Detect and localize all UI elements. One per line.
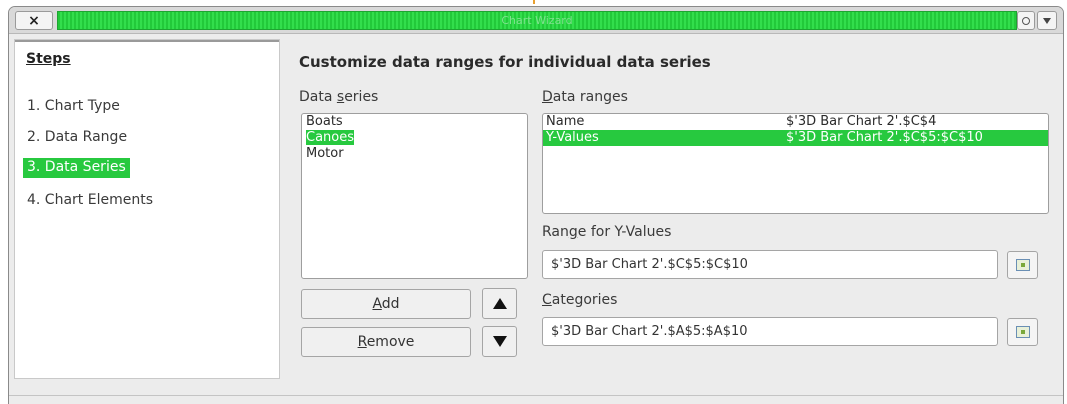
remove-button[interactable]: Remove: [301, 327, 471, 357]
select-range-icon: [1015, 259, 1030, 271]
list-item-boats[interactable]: Boats: [302, 114, 527, 130]
steps-heading: Steps: [15, 40, 279, 72]
close-icon: ×: [28, 12, 40, 29]
minimize-button[interactable]: [1017, 11, 1035, 30]
data-ranges-label: Data ranges: [542, 89, 628, 105]
move-up-button[interactable]: [482, 288, 517, 319]
title-bar-highlight: Chart Wizard: [57, 11, 1017, 30]
list-item-canoes[interactable]: Canoes: [302, 130, 527, 146]
data-series-list[interactable]: Boats Canoes Motor: [301, 113, 528, 279]
step-chart-type[interactable]: 1. Chart Type: [23, 97, 124, 117]
range-for-y-values-label: Range for Y-Values: [542, 224, 672, 240]
categories-range-field[interactable]: $'3D Bar Chart 2'.$A$5:$A$10: [542, 317, 998, 346]
data-ranges-list[interactable]: Name $'3D Bar Chart 2'.$C$4 Y-Values $'3…: [542, 113, 1049, 214]
step-data-range[interactable]: 2. Data Range: [23, 128, 131, 148]
circle-icon: [1022, 16, 1030, 25]
list-item-motor[interactable]: Motor: [302, 146, 527, 162]
triangle-up-icon: [492, 298, 507, 309]
select-categories-range-button[interactable]: [1007, 318, 1038, 346]
window-menu-button[interactable]: [1037, 11, 1057, 30]
move-down-button[interactable]: [482, 326, 517, 357]
bottom-separator: [9, 395, 1063, 396]
range-row-y-values[interactable]: Y-Values $'3D Bar Chart 2'.$C$5:$C$10: [543, 130, 1048, 146]
select-y-range-button[interactable]: [1007, 251, 1038, 279]
chevron-down-icon: [1043, 17, 1051, 24]
page-heading: Customize data ranges for individual dat…: [299, 53, 711, 71]
data-series-label: Data series: [299, 89, 379, 105]
select-range-icon: [1015, 326, 1030, 338]
title-marker: [533, 0, 535, 4]
add-button[interactable]: Add: [301, 289, 471, 319]
range-row-name[interactable]: Name $'3D Bar Chart 2'.$C$4: [543, 114, 1048, 130]
categories-label: Categories: [542, 292, 618, 308]
step-data-series[interactable]: 3. Data Series: [23, 158, 130, 178]
triangle-down-icon: [492, 336, 507, 347]
step-chart-elements[interactable]: 4. Chart Elements: [23, 191, 157, 211]
close-button[interactable]: ×: [15, 11, 53, 30]
title-bar: × Chart Wizard: [9, 7, 1063, 34]
window-title: Chart Wizard: [501, 14, 573, 27]
steps-panel: Steps 1. Chart Type 2. Data Range 3. Dat…: [14, 39, 280, 379]
y-values-range-field[interactable]: $'3D Bar Chart 2'.$C$5:$C$10: [542, 250, 998, 279]
chart-wizard-window: × Chart Wizard Steps 1. Chart Type 2. Da…: [8, 6, 1064, 404]
